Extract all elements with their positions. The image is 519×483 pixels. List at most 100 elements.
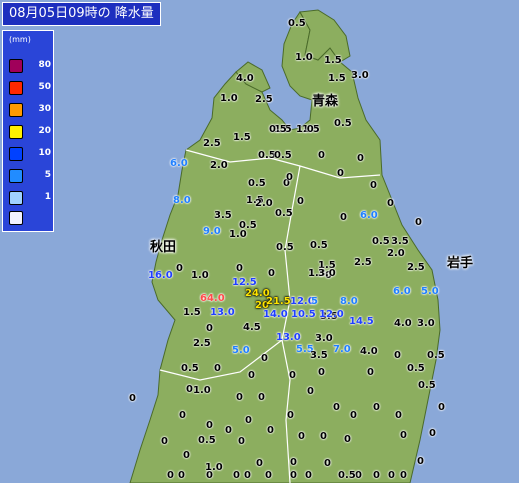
rain-value: 4.0	[360, 346, 378, 357]
rain-value: 1.5	[328, 73, 346, 84]
rain-value: 0	[367, 367, 374, 378]
rain-value: 0.5	[269, 124, 287, 135]
rain-value: 0	[286, 172, 293, 183]
rain-value: 0	[415, 217, 422, 228]
rain-value: 0	[324, 458, 331, 469]
rain-value: 1.5	[183, 307, 201, 318]
rain-value: 0	[238, 436, 245, 447]
rain-value: 4.5	[243, 322, 261, 333]
rain-value: 4.0	[236, 73, 254, 84]
rain-value: 0.5	[248, 178, 266, 189]
legend-item: 80	[9, 59, 51, 75]
rain-value: 2.0	[210, 160, 228, 171]
rain-value: 1.0	[220, 93, 238, 104]
rain-value: 0	[287, 410, 294, 421]
rain-value: 0.5	[372, 236, 390, 247]
legend-item: 30	[9, 103, 51, 119]
rain-value: 0	[214, 363, 221, 374]
rain-value: 2.5	[193, 338, 211, 349]
rain-value: 3.0	[351, 70, 369, 81]
legend-label: 10	[38, 148, 51, 158]
rain-value: 0	[344, 434, 351, 445]
legend-item: 20	[9, 125, 51, 141]
rain-value: 6.0	[360, 210, 378, 221]
rain-value: 0	[305, 470, 312, 481]
rain-value: 0	[337, 168, 344, 179]
rain-value: 0	[290, 470, 297, 481]
legend-swatch	[9, 81, 23, 95]
rain-value: 2.5	[255, 94, 273, 105]
map-title: 08月05日09時の 降水量	[2, 2, 161, 26]
rain-value: 1.5	[324, 55, 342, 66]
legend-unit: (mm)	[9, 35, 31, 44]
rain-value: 0	[290, 457, 297, 468]
rain-value: 0	[355, 470, 362, 481]
rain-value: 1.5	[233, 132, 251, 143]
rain-value: 0.5	[407, 363, 425, 374]
rain-value: 0.5	[198, 435, 216, 446]
rain-value: 0.5	[418, 380, 436, 391]
rain-value: 0.5	[334, 118, 352, 129]
rain-value: 0.5	[274, 150, 292, 161]
rain-value: 0.5	[181, 363, 199, 374]
rain-value: 0	[340, 212, 347, 223]
rain-value: 14.0	[263, 309, 288, 320]
rain-value: 3.0	[417, 318, 435, 329]
legend-item: 50	[9, 81, 51, 97]
place-akita: 秋田	[150, 240, 177, 255]
rain-value: 0	[320, 431, 327, 442]
rain-value: 7.0	[333, 344, 351, 355]
rain-value: 12.0	[319, 309, 344, 320]
rain-value: 3.5	[391, 236, 409, 247]
legend-swatch	[9, 147, 23, 161]
rain-value: 13.0	[210, 307, 235, 318]
legend-swatch	[9, 169, 23, 183]
rain-value: 0.5	[427, 350, 445, 361]
legend-swatch	[9, 211, 23, 225]
legend-label: 5	[44, 170, 51, 180]
rain-value: 6.0	[170, 158, 188, 169]
rain-value: 10.5	[291, 309, 316, 320]
rain-value: 0	[395, 410, 402, 421]
rain-value: 12.5	[232, 277, 257, 288]
rain-value: 0	[318, 150, 325, 161]
rain-value: 0	[245, 415, 252, 426]
rain-value: 1.0	[205, 462, 223, 473]
rain-value: 0	[350, 410, 357, 421]
rain-value: 0	[236, 392, 243, 403]
rain-value: 0	[179, 410, 186, 421]
rain-value: 0	[225, 425, 232, 436]
rain-value: 2.5	[203, 138, 221, 149]
rain-value: 0	[176, 263, 183, 274]
rain-value: 0	[370, 180, 377, 191]
legend-swatch	[9, 125, 23, 139]
rain-value: 0	[387, 198, 394, 209]
legend-item: 10	[9, 147, 51, 163]
rain-value: 0	[178, 470, 185, 481]
legend-item: 1	[9, 191, 51, 207]
legend-swatch	[9, 59, 23, 73]
rain-value: 3.0	[318, 268, 336, 279]
rain-value: 0	[333, 402, 340, 413]
rain-value: 0	[265, 470, 272, 481]
rain-value: 0	[429, 428, 436, 439]
rain-value: 0	[261, 353, 268, 364]
rain-value: 0	[258, 392, 265, 403]
legend-swatch	[9, 103, 23, 117]
rain-legend: (mm) 80 50 30 20 10 5 1	[2, 30, 54, 232]
rain-value: 13.0	[276, 332, 301, 343]
rain-value: 2.5	[354, 257, 372, 268]
rain-value: 0	[438, 402, 445, 413]
rain-value: 0	[307, 386, 314, 397]
place-aomori: 青森	[312, 94, 339, 109]
rain-value: 0	[394, 350, 401, 361]
rain-value: 5	[311, 296, 318, 307]
rain-value: 1.0	[295, 52, 313, 63]
rain-value: 0	[186, 384, 193, 395]
rain-value: 0	[400, 470, 407, 481]
rain-value: 0.5	[276, 242, 294, 253]
rain-value: 5.0	[232, 345, 250, 356]
rain-value: 0	[268, 268, 275, 279]
rain-value: 0	[267, 425, 274, 436]
rain-value: 0.5	[288, 18, 306, 29]
